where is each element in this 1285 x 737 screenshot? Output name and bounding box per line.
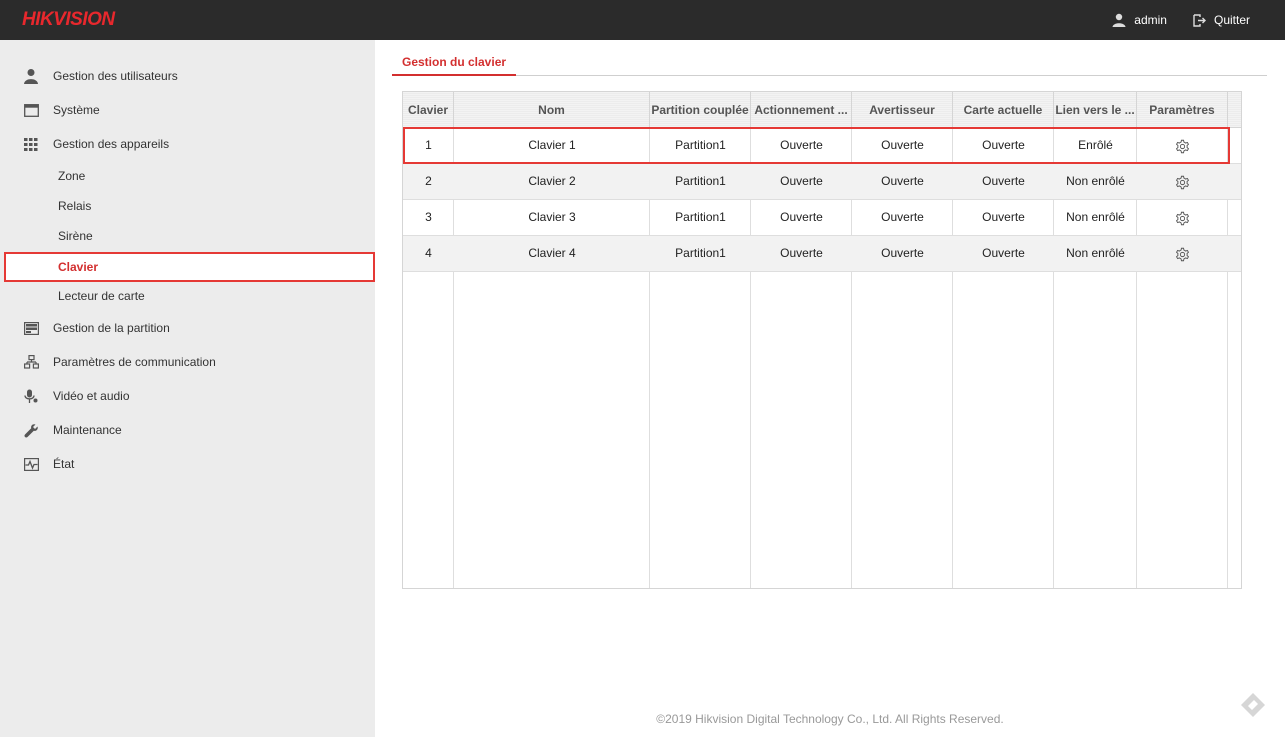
cell-actuation: Ouverte <box>780 138 823 152</box>
sidebar-subitem-label: Lecteur de carte <box>58 289 145 303</box>
cell-link: Non enrôlé <box>1066 246 1125 260</box>
sidebar-item-label: Vidéo et audio <box>53 389 130 403</box>
sidebar-item-label: État <box>53 457 75 471</box>
sidebar-item-label: Gestion des appareils <box>53 137 170 151</box>
cell-warning: Ouverte <box>881 174 924 188</box>
column-header-warning[interactable]: Avertisseur <box>852 92 953 128</box>
cell-card: Ouverte <box>982 138 1025 152</box>
tab-bar: Gestion du clavier <box>392 52 1267 76</box>
username-label: admin <box>1134 13 1167 27</box>
cell-settings <box>1137 164 1228 200</box>
sidebar-subitem-siren[interactable]: Sirène <box>0 222 375 250</box>
sidebar-subitem-label: Relais <box>58 199 92 213</box>
gear-icon[interactable] <box>1174 138 1191 155</box>
cell-id: 4 <box>425 246 432 260</box>
column-header-settings[interactable]: Paramètres <box>1137 92 1228 128</box>
sidebar: Gestion des utilisateurs Système Gestion… <box>0 40 375 737</box>
cell-warning: Ouverte <box>881 138 924 152</box>
column-header-keypad[interactable]: Clavier <box>403 92 454 128</box>
table-row[interactable]: 3 Clavier 3 Partition1 Ouverte Ouverte O… <box>403 200 1241 236</box>
sidebar-item-label: Gestion des utilisateurs <box>53 69 178 83</box>
column-header-link[interactable]: Lien vers le ... <box>1054 92 1137 128</box>
cell-link: Non enrôlé <box>1066 174 1125 188</box>
table-row[interactable]: 4 Clavier 4 Partition1 Ouverte Ouverte O… <box>403 236 1241 272</box>
grid-icon <box>22 136 40 152</box>
cell-warning: Ouverte <box>881 210 924 224</box>
top-bar: HIKVISION admin Quitter <box>0 0 1285 40</box>
sidebar-item-status[interactable]: État <box>0 449 375 479</box>
sidebar-item-label: Paramètres de communication <box>53 355 216 369</box>
cell-name: Clavier 3 <box>528 210 576 224</box>
table-header: Clavier Nom Partition couplée Actionneme… <box>403 92 1241 128</box>
cell-settings <box>1137 200 1228 236</box>
brand-logo: HIKVISION <box>22 9 115 30</box>
sidebar-subitem-label: Zone <box>58 169 86 183</box>
sidebar-subitem-card-reader[interactable]: Lecteur de carte <box>0 282 375 310</box>
footer-copyright: ©2019 Hikvision Digital Technology Co., … <box>656 712 1004 726</box>
logout-label: Quitter <box>1213 13 1250 27</box>
gear-icon[interactable] <box>1174 246 1191 263</box>
table-row[interactable]: 2 Clavier 2 Partition1 Ouverte Ouverte O… <box>403 164 1241 200</box>
user-account-button[interactable]: admin <box>1112 13 1167 27</box>
wrench-icon <box>22 422 40 438</box>
sidebar-item-maintenance[interactable]: Maintenance <box>0 415 375 445</box>
gear-icon[interactable] <box>1174 174 1191 191</box>
sidebar-subitem-keypad[interactable]: Clavier <box>4 252 375 282</box>
cell-link: Non enrôlé <box>1066 210 1125 224</box>
cell-settings <box>1137 236 1228 272</box>
sidebar-item-partition[interactable]: Gestion de la partition <box>0 313 375 343</box>
cell-partition: Partition1 <box>675 246 726 260</box>
network-icon <box>22 354 40 370</box>
cell-partition: Partition1 <box>675 174 726 188</box>
user-menu: admin Quitter <box>1112 0 1250 40</box>
partition-icon <box>22 320 40 336</box>
table-row[interactable]: 1 Clavier 1 Partition1 Ouverte Ouverte O… <box>403 128 1241 164</box>
sidebar-subitem-label: Sirène <box>58 229 93 243</box>
sidebar-item-label: Maintenance <box>53 423 122 437</box>
user-icon <box>22 68 40 84</box>
user-icon <box>1112 13 1126 27</box>
cell-card: Ouverte <box>982 210 1025 224</box>
logout-button[interactable]: Quitter <box>1193 13 1250 27</box>
sidebar-subitem-label: Clavier <box>58 260 99 274</box>
sidebar-subitem-zone[interactable]: Zone <box>0 162 375 190</box>
sidebar-item-users[interactable]: Gestion des utilisateurs <box>0 61 375 91</box>
sidebar-item-communication[interactable]: Paramètres de communication <box>0 347 375 377</box>
cell-warning: Ouverte <box>881 246 924 260</box>
sidebar-item-label: Système <box>53 103 100 117</box>
cell-actuation: Ouverte <box>780 246 823 260</box>
cell-card: Ouverte <box>982 246 1025 260</box>
tab-keypad-management[interactable]: Gestion du clavier <box>392 52 517 76</box>
cell-id: 3 <box>425 210 432 224</box>
cell-id: 1 <box>425 138 432 152</box>
microphone-icon <box>22 388 40 404</box>
sidebar-item-system[interactable]: Système <box>0 95 375 125</box>
logout-icon <box>1193 13 1206 27</box>
cell-card: Ouverte <box>982 174 1025 188</box>
cell-partition: Partition1 <box>675 210 726 224</box>
cell-partition: Partition1 <box>675 138 726 152</box>
sidebar-item-video-audio[interactable]: Vidéo et audio <box>0 381 375 411</box>
cell-id: 2 <box>425 174 432 188</box>
cell-link: Enrôlé <box>1078 138 1113 152</box>
column-header-name[interactable]: Nom <box>454 92 650 128</box>
sidebar-item-label: Gestion de la partition <box>53 321 170 335</box>
keypad-table: Clavier Nom Partition couplée Actionneme… <box>402 91 1242 589</box>
column-header-card[interactable]: Carte actuelle <box>953 92 1054 128</box>
pulse-icon <box>22 456 40 472</box>
gear-icon[interactable] <box>1174 210 1191 227</box>
cell-actuation: Ouverte <box>780 174 823 188</box>
sidebar-item-devices[interactable]: Gestion des appareils <box>0 129 375 159</box>
sidebar-subitem-relays[interactable]: Relais <box>0 192 375 220</box>
column-header-actuation[interactable]: Actionnement ... <box>751 92 852 128</box>
feedback-icon[interactable] <box>1240 692 1266 718</box>
cell-name: Clavier 1 <box>528 138 576 152</box>
cell-name: Clavier 2 <box>528 174 576 188</box>
cell-actuation: Ouverte <box>780 210 823 224</box>
cell-name: Clavier 4 <box>528 246 576 260</box>
window-icon <box>22 102 40 118</box>
column-header-partition[interactable]: Partition couplée <box>650 92 751 128</box>
cell-settings <box>1137 128 1228 164</box>
